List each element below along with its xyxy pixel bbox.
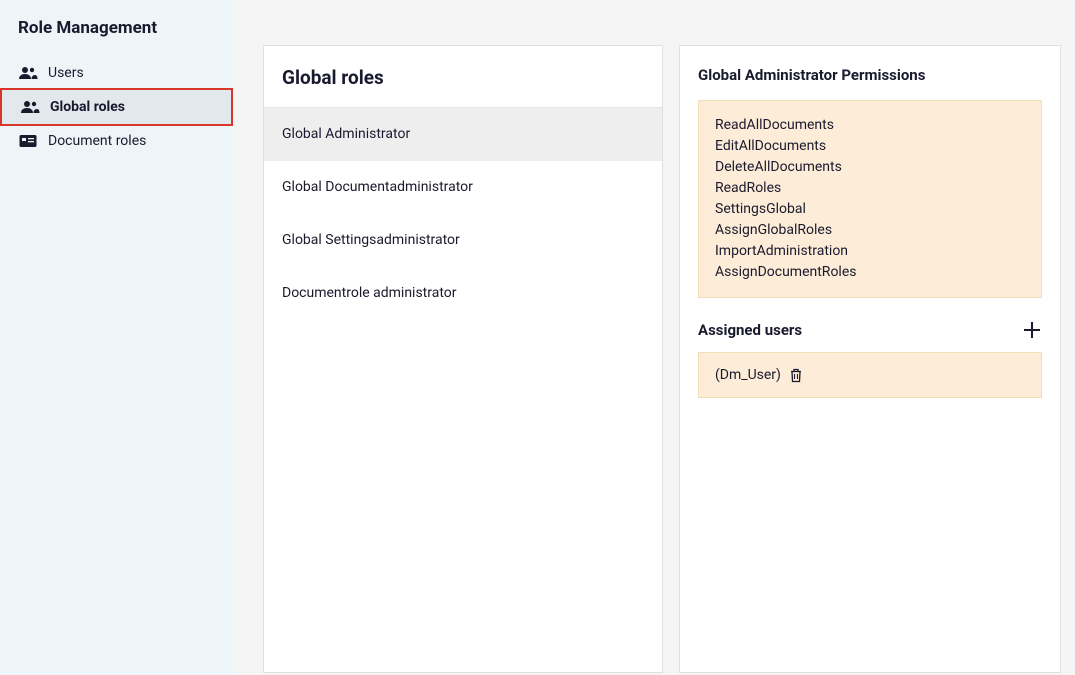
role-item-global-documentadministrator[interactable]: Global Documentadministrator xyxy=(264,161,662,214)
add-user-button[interactable] xyxy=(1022,320,1042,340)
roles-panel-title: Global roles xyxy=(264,46,662,108)
role-item-label: Global Settingsadministrator xyxy=(282,232,460,248)
assigned-users-header: Assigned users xyxy=(698,320,1042,340)
remove-user-button[interactable] xyxy=(789,368,803,383)
permission-item: AssignGlobalRoles xyxy=(715,220,1025,241)
sidebar-item-document-roles[interactable]: Document roles xyxy=(0,124,233,158)
sidebar: Role Management Users Global roles xyxy=(0,0,233,675)
assigned-user-name: (Dm_User) xyxy=(715,367,781,383)
plus-icon xyxy=(1022,320,1042,340)
role-item-documentrole-administrator[interactable]: Documentrole administrator xyxy=(264,267,662,320)
permissions-box: ReadAllDocuments EditAllDocuments Delete… xyxy=(698,100,1042,298)
permissions-title: Global Administrator Permissions xyxy=(698,66,1042,84)
trash-icon xyxy=(789,368,803,383)
permission-item: ImportAdministration xyxy=(715,241,1025,262)
role-item-global-administrator[interactable]: Global Administrator xyxy=(264,108,662,161)
global-roles-panel: Global roles Global Administrator Global… xyxy=(263,45,663,673)
role-item-label: Documentrole administrator xyxy=(282,285,457,301)
permission-item: ReadAllDocuments xyxy=(715,115,1025,136)
permission-item: ReadRoles xyxy=(715,178,1025,199)
sidebar-item-users[interactable]: Users xyxy=(0,56,233,90)
sidebar-item-global-roles[interactable]: Global roles xyxy=(0,88,233,126)
permission-item: DeleteAllDocuments xyxy=(715,157,1025,178)
main-content: Global roles Global Administrator Global… xyxy=(233,0,1075,675)
permission-item: AssignDocumentRoles xyxy=(715,262,1025,283)
permission-item: SettingsGlobal xyxy=(715,199,1025,220)
details-panel: Global Administrator Permissions ReadAll… xyxy=(679,45,1061,673)
id-card-icon xyxy=(18,133,38,149)
assigned-users-title: Assigned users xyxy=(698,321,802,339)
sidebar-item-label: Document roles xyxy=(48,133,146,149)
sidebar-item-label: Users xyxy=(48,65,84,81)
role-item-label: Global Documentadministrator xyxy=(282,179,473,195)
sidebar-title: Role Management xyxy=(0,18,233,56)
role-item-label: Global Administrator xyxy=(282,126,410,142)
users-icon xyxy=(20,99,40,115)
role-item-global-settingsadministrator[interactable]: Global Settingsadministrator xyxy=(264,214,662,267)
assigned-user-row: (Dm_User) xyxy=(698,352,1042,398)
sidebar-item-label: Global roles xyxy=(50,99,125,115)
users-icon xyxy=(18,65,38,81)
permission-item: EditAllDocuments xyxy=(715,136,1025,157)
